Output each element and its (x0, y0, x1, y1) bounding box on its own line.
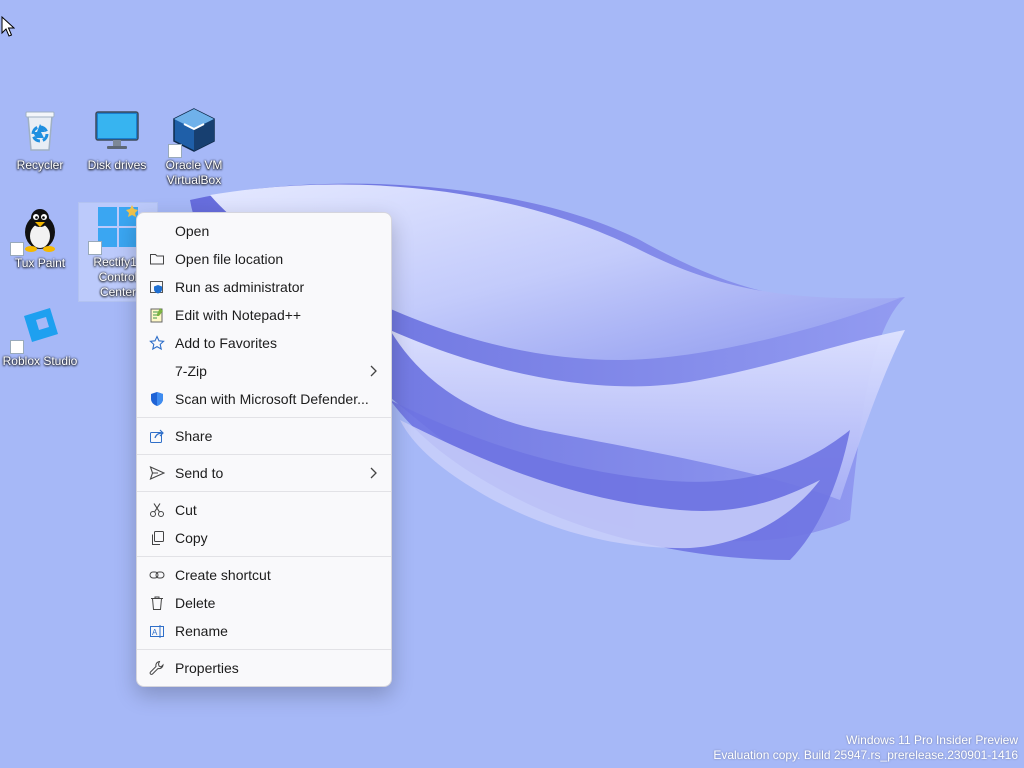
blank-icon (149, 363, 165, 379)
menu-item-label: Cut (175, 502, 197, 518)
menu-item-label: Edit with Notepad++ (175, 307, 302, 323)
menu-separator (137, 649, 391, 650)
menu-item-label: Create shortcut (175, 567, 271, 583)
watermark-line-1: Windows 11 Pro Insider Preview (846, 733, 1018, 747)
tux-penguin-icon (10, 204, 64, 256)
menu-item-label: Delete (175, 595, 216, 611)
monitor-icon (93, 106, 141, 154)
desktop-icon-roblox-studio[interactable]: Roblox Studio (1, 302, 79, 369)
rename-icon: A (149, 623, 165, 639)
star-icon (149, 335, 165, 351)
menu-item-7-zip[interactable]: 7-Zip (137, 357, 391, 385)
mouse-cursor-icon (1, 16, 15, 37)
desktop-icon-label: Disk drives (87, 158, 147, 172)
menu-item-label: Run as administrator (175, 279, 305, 295)
shortcut-arrow-icon (168, 144, 182, 158)
svg-text:A: A (152, 628, 158, 637)
menu-item-run-as-administrator[interactable]: Run as administrator (137, 273, 391, 301)
menu-item-delete[interactable]: Delete (137, 589, 391, 617)
menu-item-send-to[interactable]: Send to (137, 459, 391, 487)
menu-item-scan-with-defender[interactable]: Scan with Microsoft Defender... (137, 385, 391, 413)
trash-icon (149, 595, 165, 611)
menu-separator (137, 491, 391, 492)
menu-item-open-file-location[interactable]: Open file location (137, 245, 391, 273)
menu-item-cut[interactable]: Cut (137, 496, 391, 524)
shortcut-arrow-icon (88, 241, 102, 255)
folder-icon (149, 251, 165, 267)
menu-item-label: Properties (175, 660, 239, 676)
desktop-icon-label: Tux Paint (14, 256, 66, 270)
desktop-icon-recycler[interactable]: Recycler (1, 106, 79, 173)
shield-admin-icon (149, 279, 165, 295)
blank-icon (149, 223, 165, 239)
menu-item-label: Open (175, 223, 210, 239)
copy-icon (149, 530, 165, 546)
chevron-right-icon (369, 364, 377, 380)
menu-item-share[interactable]: Share (137, 422, 391, 450)
context-menu: Open Open file location Run as administr… (136, 212, 392, 687)
desktop-icon-label: Roblox Studio (2, 354, 78, 368)
menu-item-label: Copy (175, 530, 208, 546)
menu-item-label: Rename (175, 623, 228, 639)
wrench-icon (149, 660, 165, 676)
menu-separator (137, 556, 391, 557)
menu-separator (137, 454, 391, 455)
menu-item-label: Scan with Microsoft Defender... (175, 391, 369, 407)
menu-separator (137, 417, 391, 418)
menu-item-edit-with-notepad-plus-plus[interactable]: Edit with Notepad++ (137, 301, 391, 329)
roblox-studio-icon (10, 302, 64, 354)
menu-item-label: Send to (175, 465, 224, 481)
share-icon (149, 428, 165, 444)
watermark-line-2: Evaluation copy. Build 25947.rs_prerelea… (713, 748, 1018, 762)
defender-shield-icon (149, 391, 165, 407)
desktop-icon-tux-paint[interactable]: Tux Paint (1, 204, 79, 271)
virtualbox-icon (168, 106, 218, 158)
desktop-icon-disk-drives[interactable]: Disk drives (78, 106, 156, 173)
menu-item-copy[interactable]: Copy (137, 524, 391, 552)
menu-item-label: 7-Zip (175, 363, 207, 379)
windows-logo-icon (88, 203, 142, 255)
shortcut-arrow-icon (10, 242, 24, 256)
desktop-icon-label: Oracle VM VirtualBox (165, 158, 223, 187)
menu-item-rename[interactable]: A Rename (137, 617, 391, 645)
link-icon (149, 567, 165, 583)
menu-item-add-to-favorites[interactable]: Add to Favorites (137, 329, 391, 357)
menu-item-properties[interactable]: Properties (137, 654, 391, 682)
send-icon (149, 465, 165, 481)
chevron-right-icon (369, 466, 377, 482)
evaluation-watermark: Windows 11 Pro Insider Preview Evaluatio… (713, 733, 1018, 763)
desktop[interactable]: Recycler Disk drives Oracle VM VirtualBo… (0, 0, 1024, 768)
menu-item-label: Share (175, 428, 213, 444)
notepad-plus-plus-icon (149, 307, 165, 323)
recycle-bin-icon (16, 106, 64, 154)
shortcut-arrow-icon (10, 340, 24, 354)
desktop-icon-virtualbox[interactable]: Oracle VM VirtualBox (155, 106, 233, 188)
menu-item-open[interactable]: Open (137, 217, 391, 245)
menu-item-label: Add to Favorites (175, 335, 277, 351)
desktop-icon-label: Recycler (16, 158, 64, 172)
scissors-icon (149, 502, 165, 518)
menu-item-label: Open file location (175, 251, 284, 267)
menu-item-create-shortcut[interactable]: Create shortcut (137, 561, 391, 589)
